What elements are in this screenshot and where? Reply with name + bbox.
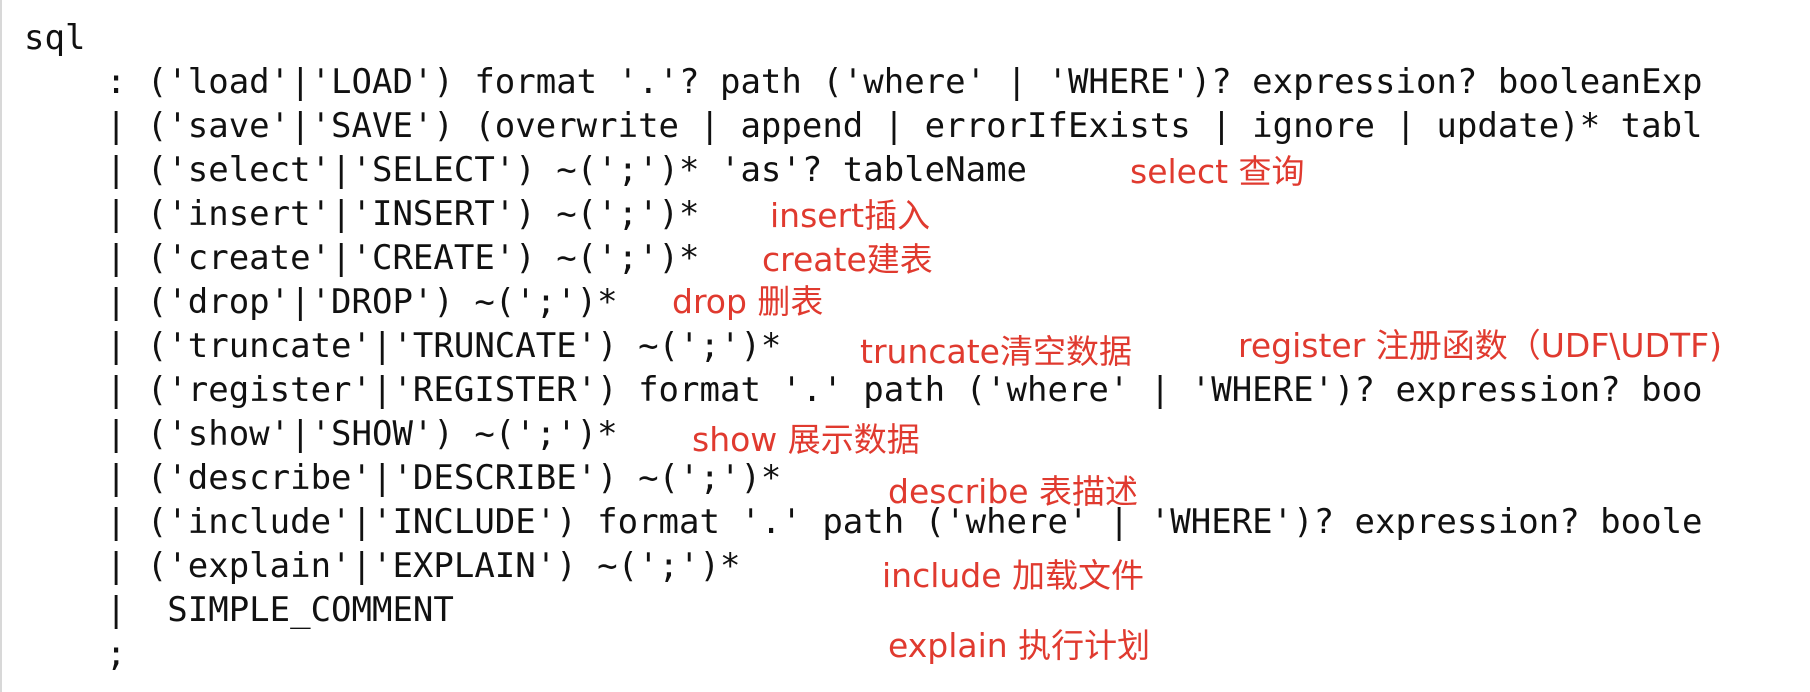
annotation-include: include 加载文件 <box>882 556 1145 595</box>
code-line-2: : ('load'|'LOAD') format '.'? path ('whe… <box>24 62 1703 102</box>
code-line-3: | ('save'|'SAVE') (overwrite | append | … <box>24 106 1703 146</box>
code-line-9: | ('register'|'REGISTER') format '.' pat… <box>24 370 1703 410</box>
code-line-7: | ('drop'|'DROP') ~(';')* <box>24 282 618 322</box>
annotation-show: show 展示数据 <box>692 420 920 459</box>
code-line-11: | ('describe'|'DESCRIBE') ~(';')* <box>24 458 782 498</box>
annotation-truncate: truncate清空数据 <box>860 332 1132 371</box>
code-line-13: | ('explain'|'EXPLAIN') ~(';')* <box>24 546 741 586</box>
code-line-15: ; <box>24 634 127 674</box>
annotation-select: select 查询 <box>1130 152 1305 191</box>
annotation-explain: explain 执行计划 <box>888 626 1151 665</box>
code-line-1: sql <box>24 18 86 58</box>
annotation-drop: drop 删表 <box>672 282 824 321</box>
code-editor: sql : ('load'|'LOAD') format '.'? path (… <box>0 0 1810 692</box>
annotation-register: register 注册函数（UDF\UDTF) <box>1238 326 1722 365</box>
annotation-describe: describe 表描述 <box>888 472 1139 511</box>
code-line-14: | SIMPLE_COMMENT <box>24 590 454 630</box>
annotation-insert: insert插入 <box>770 196 931 235</box>
code-line-12: | ('include'|'INCLUDE') format '.' path … <box>24 502 1703 542</box>
code-line-4: | ('select'|'SELECT') ~(';')* 'as'? tabl… <box>24 150 1028 190</box>
annotation-create: create建表 <box>762 240 933 279</box>
